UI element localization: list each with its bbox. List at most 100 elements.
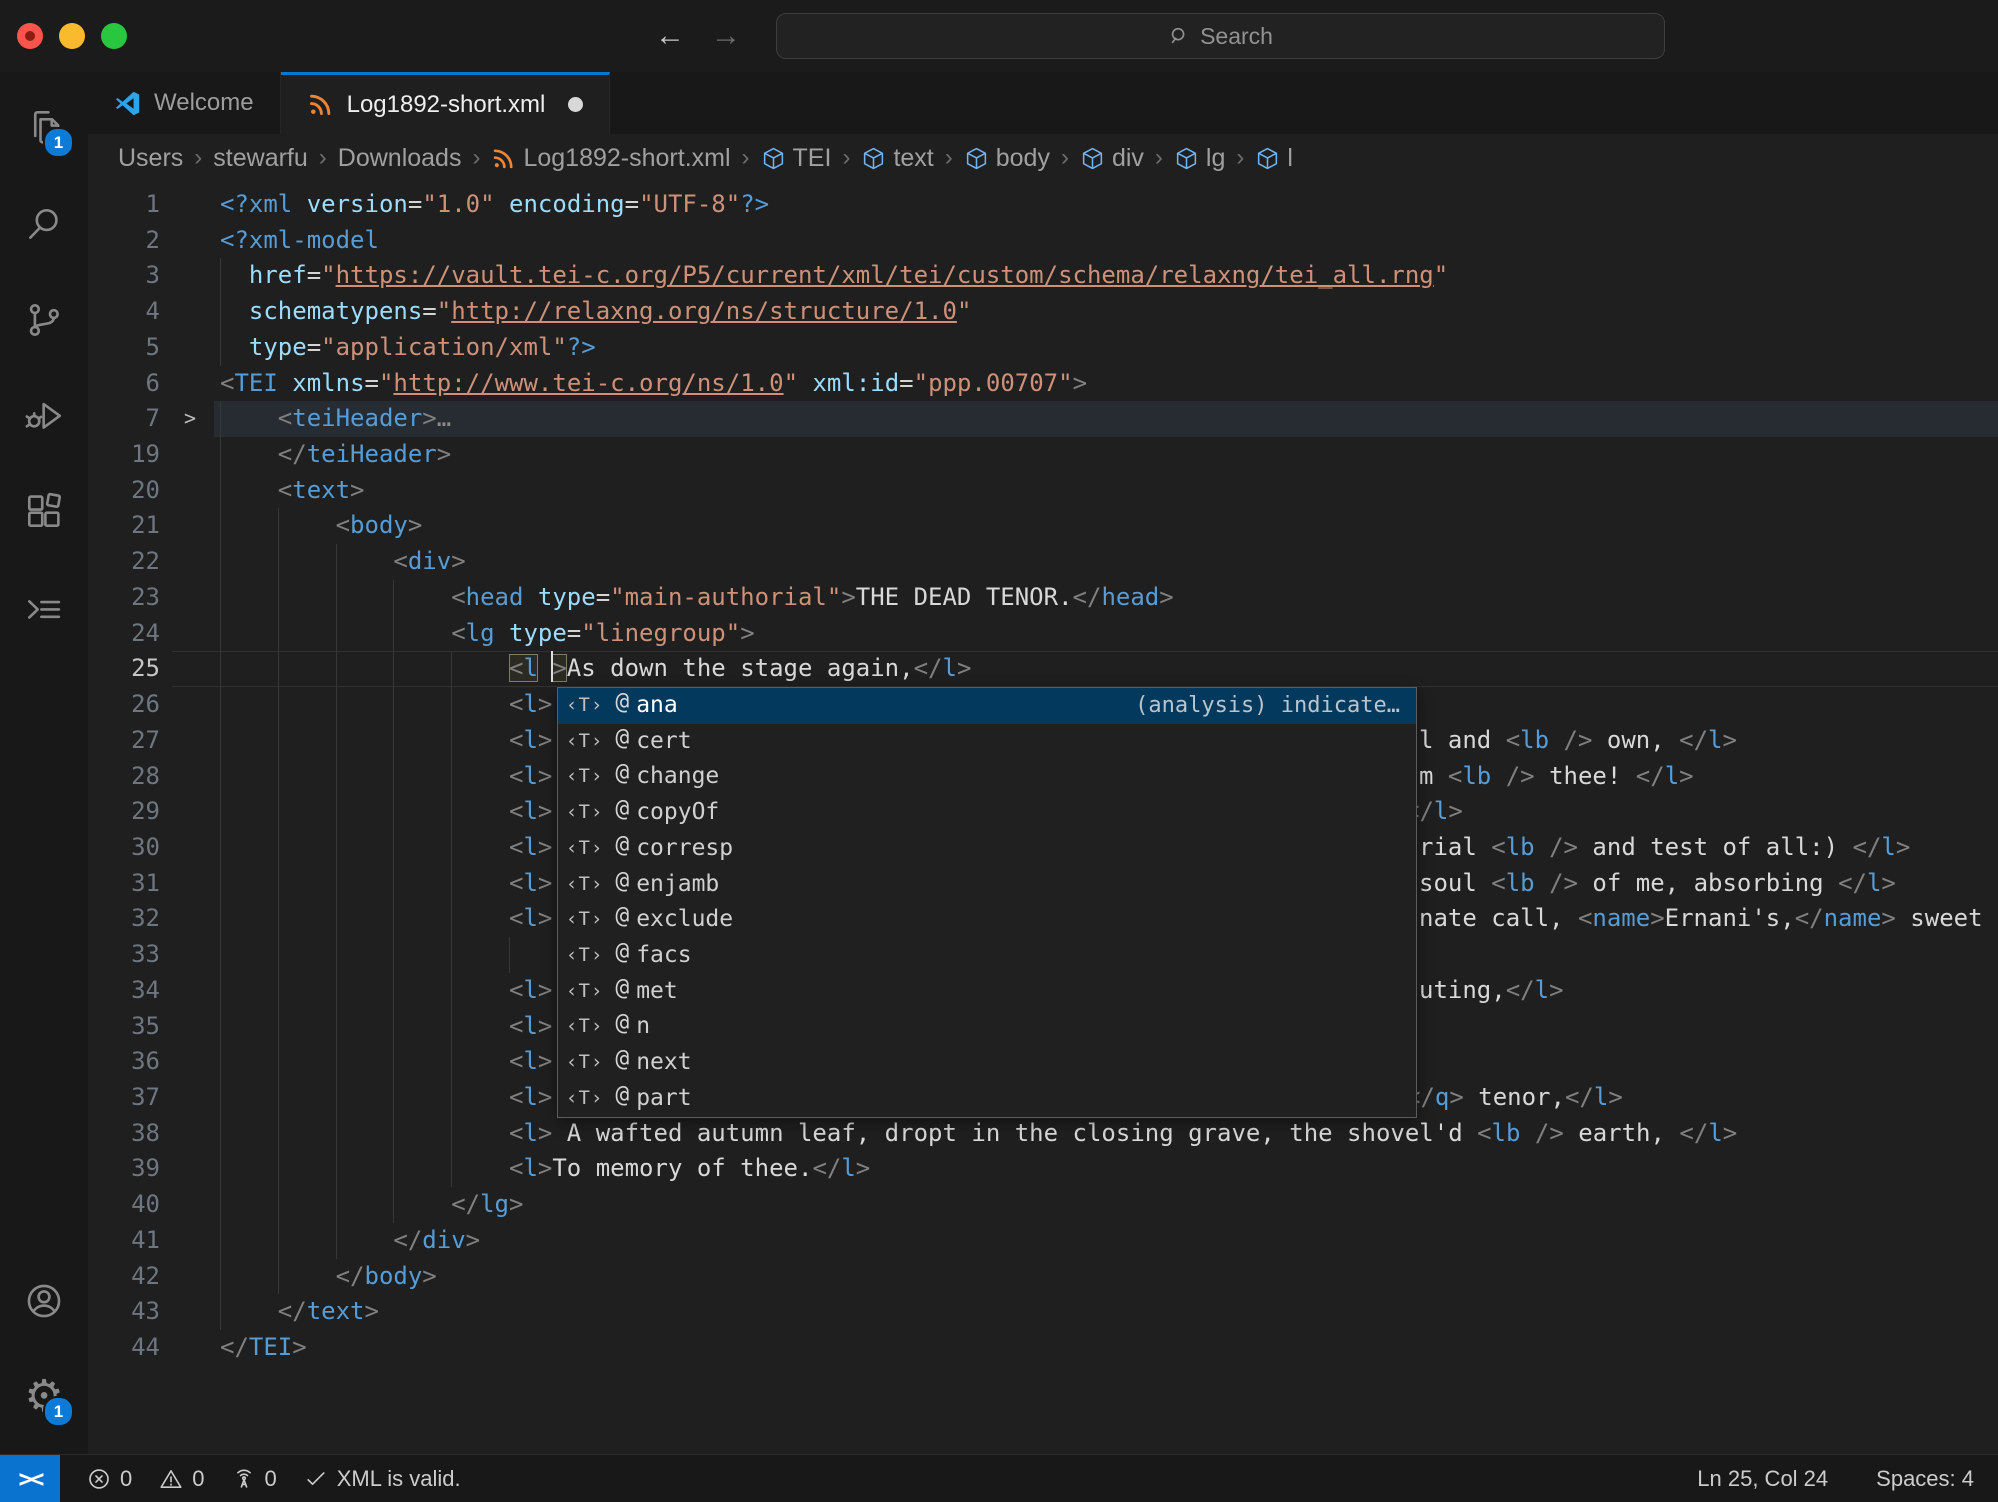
activity-item-account[interactable] [0, 1253, 88, 1349]
line-number[interactable]: 6 [88, 366, 160, 402]
zoom-button[interactable] [101, 23, 127, 49]
code-line[interactable]: 44</TEI> [88, 1330, 1998, 1366]
suggestion-item-exclude[interactable]: ‹T›@exclude [558, 902, 1416, 938]
line-number[interactable]: 39 [88, 1151, 160, 1187]
activity-item-source-control[interactable] [0, 272, 88, 368]
line-number[interactable]: 22 [88, 544, 160, 580]
breadcrumb-item-lg[interactable]: lg [1174, 144, 1225, 173]
problems-warnings[interactable]: 0 [158, 1466, 204, 1492]
line-number[interactable]: 23 [88, 580, 160, 616]
breadcrumb-item-body[interactable]: body [964, 144, 1050, 173]
line-number[interactable]: 32 [88, 901, 160, 937]
code-line[interactable]: 6<TEI xmlns="http://www.tei-c.org/ns/1.0… [88, 366, 1998, 402]
activity-item-search[interactable] [0, 176, 88, 272]
code-line[interactable]: 23 <head type="main-authorial">THE DEAD … [88, 580, 1998, 616]
breadcrumb-item-log1892-short-xml[interactable]: Log1892-short.xml [491, 144, 730, 173]
breadcrumb-item-text[interactable]: text [861, 144, 933, 173]
forward-arrow-icon[interactable]: → [711, 21, 741, 51]
suggestion-item-change[interactable]: ‹T›@change [558, 759, 1416, 795]
line-number[interactable]: 43 [88, 1294, 160, 1330]
remote-indicator[interactable]: >< [0, 1455, 60, 1502]
line-number[interactable]: 7 [88, 401, 160, 437]
line-number[interactable]: 25 [88, 651, 160, 687]
line-number[interactable]: 28 [88, 759, 160, 795]
line-number[interactable]: 44 [88, 1330, 160, 1366]
line-number[interactable]: 41 [88, 1223, 160, 1259]
tab-welcome[interactable]: Welcome [88, 72, 281, 134]
activity-item-extensions[interactable] [0, 464, 88, 560]
problems-errors[interactable]: 0 [86, 1466, 132, 1492]
code-line[interactable]: 20 <text> [88, 473, 1998, 509]
line-number[interactable]: 4 [88, 294, 160, 330]
line-number[interactable]: 29 [88, 794, 160, 830]
suggestion-item-copyOf[interactable]: ‹T›@copyOf [558, 795, 1416, 831]
line-number[interactable]: 5 [88, 330, 160, 366]
modified-dot-icon[interactable] [568, 97, 583, 112]
code-line[interactable]: 25 <l >As down the stage again,</l> [88, 651, 1998, 687]
code-line[interactable]: 39 <l>To memory of thee.</l> [88, 1151, 1998, 1187]
line-number[interactable]: 21 [88, 508, 160, 544]
line-number[interactable]: 20 [88, 473, 160, 509]
line-number[interactable]: 34 [88, 973, 160, 1009]
line-number[interactable]: 2 [88, 223, 160, 259]
line-number[interactable]: 33 [88, 937, 160, 973]
line-number[interactable]: 19 [88, 437, 160, 473]
line-number[interactable]: 37 [88, 1080, 160, 1116]
breadcrumb-item-div[interactable]: div [1080, 144, 1144, 173]
fold-chevron-icon[interactable]: > [184, 401, 196, 437]
activity-item-settings[interactable]: ⚙1 [0, 1349, 88, 1445]
suggestion-item-cert[interactable]: ‹T›@cert [558, 724, 1416, 760]
suggestion-item-corresp[interactable]: ‹T›@corresp [558, 831, 1416, 867]
line-number[interactable]: 30 [88, 830, 160, 866]
minimize-button[interactable] [59, 23, 85, 49]
back-arrow-icon[interactable]: ← [655, 21, 685, 51]
code-line[interactable]: 7> <teiHeader>… [88, 401, 1998, 437]
code-line[interactable]: 19 </teiHeader> [88, 437, 1998, 473]
suggestion-item-facs[interactable]: ‹T›@facs [558, 938, 1416, 974]
code-line[interactable]: 1<?xml version="1.0" encoding="UTF-8"?> [88, 187, 1998, 223]
code-line[interactable]: 40 </lg> [88, 1187, 1998, 1223]
line-number[interactable]: 1 [88, 187, 160, 223]
breadcrumb-item-users[interactable]: Users [118, 144, 183, 173]
line-number[interactable]: 38 [88, 1116, 160, 1152]
breadcrumb-item-downloads[interactable]: Downloads [338, 144, 462, 173]
code-line[interactable]: 41 </div> [88, 1223, 1998, 1259]
suggestion-item-next[interactable]: ‹T›@next [558, 1045, 1416, 1081]
line-number[interactable]: 3 [88, 258, 160, 294]
breadcrumb-item-tei[interactable]: TEI [761, 144, 832, 173]
code-line[interactable]: 21 <body> [88, 508, 1998, 544]
code-line[interactable]: 38 <l> A wafted autumn leaf, dropt in th… [88, 1116, 1998, 1152]
close-button[interactable] [17, 23, 43, 49]
editor[interactable]: 1<?xml version="1.0" encoding="UTF-8"?>2… [88, 182, 1998, 1455]
line-number[interactable]: 35 [88, 1009, 160, 1045]
line-number[interactable]: 24 [88, 616, 160, 652]
code-line[interactable]: 3 href="https://vault.tei-c.org/P5/curre… [88, 258, 1998, 294]
activity-item-xml-tools[interactable] [0, 560, 88, 656]
code-line[interactable]: 4 schematypens="http://relaxng.org/ns/st… [88, 294, 1998, 330]
code-line[interactable]: 2<?xml-model [88, 223, 1998, 259]
line-number[interactable]: 26 [88, 687, 160, 723]
suggestion-item-met[interactable]: ‹T›@met [558, 974, 1416, 1010]
line-number[interactable]: 31 [88, 866, 160, 902]
activity-item-explorer[interactable]: 1 [0, 80, 88, 176]
code-line[interactable]: 5 type="application/xml"?> [88, 330, 1998, 366]
breadcrumb-item-stewarfu[interactable]: stewarfu [213, 144, 307, 173]
cursor-position[interactable]: Ln 25, Col 24 [1697, 1466, 1828, 1492]
line-number[interactable]: 42 [88, 1259, 160, 1295]
line-number[interactable]: 27 [88, 723, 160, 759]
indent-setting[interactable]: Spaces: 4 [1876, 1466, 1974, 1492]
code-line[interactable]: 42 </body> [88, 1259, 1998, 1295]
tab-log1892-short-xml[interactable]: Log1892-short.xml [281, 72, 611, 134]
suggestion-item-part[interactable]: ‹T›@part [558, 1081, 1416, 1117]
code-line[interactable]: 22 <div> [88, 544, 1998, 580]
code-line[interactable]: 24 <lg type="linegroup"> [88, 616, 1998, 652]
code-line[interactable]: 43 </text> [88, 1294, 1998, 1330]
line-number[interactable]: 40 [88, 1187, 160, 1223]
ports-indicator[interactable]: 0 [231, 1466, 277, 1492]
search-box[interactable]: Search [776, 13, 1665, 59]
suggestion-item-n[interactable]: ‹T›@n [558, 1009, 1416, 1045]
suggestion-item-ana[interactable]: ‹T›@ana(analysis) indicate… [558, 688, 1416, 724]
activity-item-run-debug[interactable] [0, 368, 88, 464]
breadcrumb-item-l[interactable]: l [1255, 144, 1293, 173]
line-number[interactable]: 36 [88, 1044, 160, 1080]
